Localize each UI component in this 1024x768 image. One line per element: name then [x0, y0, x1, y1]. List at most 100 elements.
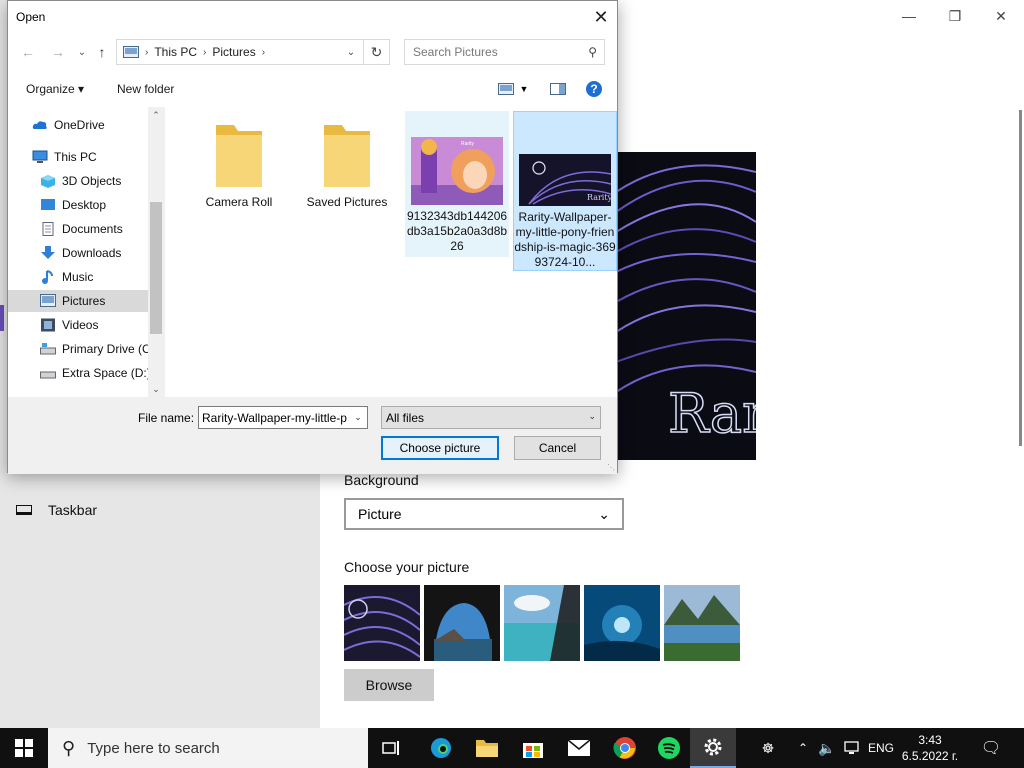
beach-thumb[interactable] [504, 585, 580, 661]
tree-item-3d-objects[interactable]: 3D Objects [8, 170, 148, 192]
dialog-footer: File name: Rarity-Wallpaper-my-little-p … [8, 397, 617, 474]
svg-text:?: ? [590, 82, 597, 96]
file-type-value: All files [386, 410, 425, 425]
start-button[interactable] [0, 728, 48, 768]
change-view-icon[interactable] [496, 80, 516, 98]
language-indicator[interactable]: ENG [866, 728, 896, 768]
people-icon[interactable]: ☸ [756, 728, 780, 768]
scroll-down-icon[interactable]: ⌄ [148, 381, 164, 397]
navigation-tree: OneDrive This PC 3D Objects Desktop Docu… [8, 107, 164, 397]
tree-item-music[interactable]: Music [8, 266, 148, 288]
tree-item-this-pc[interactable]: This PC [8, 146, 148, 168]
edge-icon[interactable] [418, 728, 464, 768]
folder-camera-roll[interactable]: Camera Roll [187, 107, 291, 210]
settings-scrollbar[interactable] [1019, 110, 1022, 446]
breadcrumb-this-pc[interactable]: This PC [154, 45, 197, 59]
recent-locations-icon[interactable]: ⌄ [72, 42, 92, 62]
file-rarity-wallpaper[interactable]: Rarity Rarity-Wallpaper-my-little-pony-f… [513, 111, 617, 271]
downloads-icon [41, 246, 55, 259]
show-hidden-icons-icon[interactable]: ⌃ [792, 728, 814, 768]
file-type-select[interactable]: All files ⌄ [381, 406, 601, 429]
file-9132343db[interactable]: Rarity 9132343db144206db3a15b2a0a3d8b26 [405, 111, 509, 257]
picture-thumbnails [344, 585, 740, 661]
tree-scroll-thumb[interactable] [150, 202, 162, 334]
volume-icon[interactable]: 🔈 [816, 728, 838, 768]
tree-item-desktop[interactable]: Desktop [8, 194, 148, 216]
forward-arrow-icon[interactable]: → [48, 42, 68, 62]
taskbar-settings-icon [16, 505, 32, 515]
tree-scrollbar[interactable]: ⌃ ⌄ [148, 107, 164, 397]
background-select[interactable]: Picture ⌄ [344, 498, 624, 530]
search-input[interactable]: Search Pictures ⚲ [404, 39, 605, 65]
search-icon: ⚲ [62, 737, 76, 758]
underwater-thumb[interactable] [584, 585, 660, 661]
view-dropdown-icon[interactable]: ▼ [518, 80, 530, 98]
rarity-thumb[interactable] [344, 585, 420, 661]
chevron-down-icon: ⌄ [588, 411, 596, 421]
svg-text:Rarity: Rarity [587, 193, 611, 202]
tree-item-drive-d[interactable]: Extra Space (D:) [8, 362, 148, 384]
tree-item-videos[interactable]: Videos [8, 314, 148, 336]
background-select-value: Picture [358, 506, 402, 522]
scroll-up-icon[interactable]: ⌃ [148, 107, 164, 123]
close-icon[interactable]: ✕ [585, 1, 617, 33]
preview-pane-icon[interactable] [549, 80, 567, 98]
store-icon[interactable] [510, 728, 556, 768]
music-icon [42, 270, 53, 284]
tree-item-documents[interactable]: Documents [8, 218, 148, 240]
task-view-icon[interactable] [368, 728, 414, 768]
breadcrumb-pictures[interactable]: Pictures [212, 45, 255, 59]
file-name-input[interactable]: Rarity-Wallpaper-my-little-p ⌄ [198, 406, 368, 429]
anime-image-thumbnail: Rarity [411, 137, 503, 205]
browse-button[interactable]: Browse [344, 669, 434, 701]
drive-c-icon [40, 343, 56, 355]
tree-item-pictures[interactable]: Pictures [8, 290, 148, 312]
tree-item-drive-c[interactable]: Primary Drive (C [8, 338, 148, 360]
file-name-value: Rarity-Wallpaper-my-little-p [202, 410, 347, 425]
taskbar-search-input[interactable]: ⚲ Type here to search [48, 728, 368, 768]
sidebar-item-taskbar[interactable]: Taskbar [16, 502, 97, 518]
tree-item-onedrive[interactable]: OneDrive [8, 114, 148, 136]
mail-icon[interactable] [556, 728, 602, 768]
back-arrow-icon[interactable]: ← [18, 42, 38, 62]
selected-indicator [0, 305, 4, 331]
mountain-lake-thumb[interactable] [664, 585, 740, 661]
choose-picture-button[interactable]: Choose picture [381, 436, 499, 460]
organize-menu[interactable]: Organize ▾ [26, 82, 84, 96]
pictures-folder-icon [123, 46, 139, 58]
folder-saved-pictures[interactable]: Saved Pictures [295, 107, 399, 210]
tree-item-downloads[interactable]: Downloads [8, 242, 148, 264]
clock[interactable]: 3:43 6.5.2022 г. [898, 732, 962, 764]
chrome-icon[interactable] [602, 728, 648, 768]
choose-picture-label: Choose your picture [344, 559, 470, 575]
cancel-button[interactable]: Cancel [514, 436, 601, 460]
open-dialog: Open ✕ ← → ⌄ ↑ › This PC › Pictures › ⌄ … [7, 0, 618, 474]
file-name-dropdown-icon[interactable]: ⌄ [349, 407, 367, 428]
svg-text:Rarity: Rarity [461, 141, 475, 147]
address-bar[interactable]: › This PC › Pictures › ⌄ [116, 39, 364, 65]
background-label: Background [344, 472, 419, 488]
background-preview: Rar [616, 152, 756, 460]
drive-d-icon [40, 371, 56, 379]
help-icon[interactable]: ? [585, 80, 603, 98]
restore-button[interactable]: ❐ [932, 0, 978, 32]
folder-icon [324, 125, 370, 187]
spotify-icon[interactable] [646, 728, 692, 768]
network-icon[interactable] [842, 728, 864, 768]
new-folder-button[interactable]: New folder [117, 82, 174, 96]
close-settings-button[interactable]: ✕ [978, 0, 1024, 32]
clock-time: 3:43 [918, 733, 942, 747]
preview-text: Rar [668, 382, 756, 445]
address-dropdown-icon[interactable]: ⌄ [339, 40, 363, 64]
file-explorer-icon[interactable] [464, 728, 510, 768]
minimize-button[interactable]: — [886, 0, 932, 32]
up-arrow-icon[interactable]: ↑ [92, 42, 112, 62]
onedrive-icon [32, 121, 47, 129]
cave-window-thumb[interactable] [424, 585, 500, 661]
refresh-icon[interactable]: ↻ [364, 39, 390, 65]
notifications-icon[interactable]: 🗨 [978, 728, 1004, 768]
settings-taskbar-icon[interactable] [690, 728, 736, 768]
gear-icon [704, 738, 722, 756]
resize-grip-icon[interactable]: ⋱ [607, 463, 615, 472]
videos-icon [41, 318, 55, 332]
